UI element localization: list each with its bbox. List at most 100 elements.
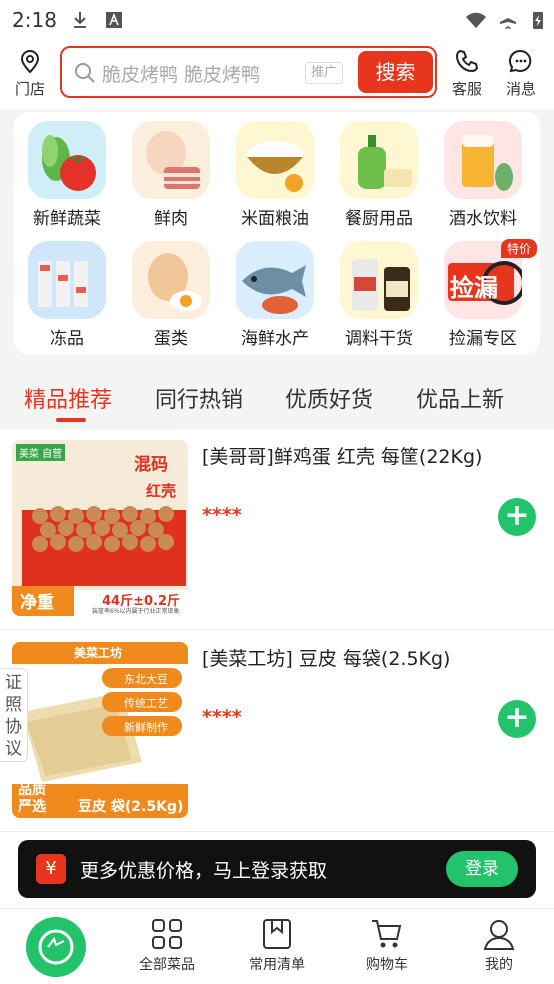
sale-badge: 特价: [500, 239, 537, 258]
img-feature-3: 新鲜制作: [124, 721, 168, 734]
wifi-icon: [466, 12, 486, 28]
header: 门店 脆皮烤鸭 脆皮烤鸭 推广 搜索 客服 消息: [0, 40, 554, 110]
category-grid: 新鲜蔬菜 鲜肉 米面粮油 餐厨用品 酒水饮料 冻品 蛋类 海鲜水产 调料干货 捡…: [14, 112, 540, 354]
user-icon: [483, 920, 515, 950]
service-label: 客服: [451, 80, 482, 98]
category-label: 调料干货: [345, 329, 413, 349]
list-icon: [263, 919, 291, 949]
tab-quality-goods[interactable]: 优质好货: [285, 382, 373, 414]
store-label: 门店: [14, 80, 45, 98]
condiment-icon: [340, 241, 418, 319]
tab-featured[interactable]: 精品推荐: [24, 382, 112, 414]
product-card[interactable]: 美菜 自营 混码 红壳 净重 44斤±0.2斤 装筐率6%以内属于行业正常现象 …: [0, 430, 554, 630]
img-corner: 品质严选: [18, 782, 46, 815]
customer-service-button[interactable]: 客服: [443, 48, 491, 99]
meat-icon: [132, 121, 210, 199]
category-meat[interactable]: 鲜肉: [121, 121, 221, 229]
brand-tag: 美菜 自营: [16, 444, 66, 461]
nav-label: 购物车: [366, 957, 408, 973]
app-a-icon: [106, 12, 122, 28]
cart-icon: [372, 920, 402, 948]
category-bargain[interactable]: 捡漏 特价 捡漏专区: [433, 239, 537, 349]
ad-tag: 推广: [305, 62, 343, 84]
search-icon: [75, 63, 95, 83]
message-icon: [509, 49, 532, 73]
category-drinks[interactable]: 酒水饮料: [433, 121, 533, 229]
grid-icon: [152, 919, 182, 949]
search-placeholder[interactable]: 脆皮烤鸭 脆皮烤鸭: [102, 60, 260, 87]
login-banner: ¥ 更多优惠价格，马上登录获取 登录: [18, 840, 536, 898]
download-icon: [74, 12, 86, 28]
seafood-icon: [236, 241, 314, 319]
category-grain-oil[interactable]: 米面粮油: [225, 121, 325, 229]
nav-all-dishes[interactable]: 全部菜品: [112, 917, 222, 974]
search-button[interactable]: 搜索: [358, 51, 433, 93]
login-banner-text: 更多优惠价格，马上登录获取: [80, 860, 328, 882]
img-tag-2: 红壳: [146, 482, 177, 500]
category-frozen[interactable]: 冻品: [17, 241, 117, 349]
category-label: 米面粮油: [241, 209, 309, 229]
battery-charging-icon: [533, 12, 543, 29]
product-image-tofu-skin[interactable]: 美菜工坊 东北大豆 传统工艺 新鲜制作 品质严选 豆皮 袋(2.5Kg): [12, 642, 188, 818]
category-condiments[interactable]: 调料干货: [329, 241, 429, 349]
category-label: 酒水饮料: [449, 209, 517, 229]
img-tag-1: 混码: [134, 455, 168, 475]
store-button[interactable]: 门店: [6, 48, 54, 99]
category-label: 冻品: [50, 329, 84, 349]
message-button[interactable]: 消息: [497, 48, 545, 99]
img-feature-2: 传统工艺: [124, 697, 168, 710]
product-list: 美菜 自营 混码 红壳 净重 44斤±0.2斤 装筐率6%以内属于行业正常现象 …: [0, 430, 554, 910]
category-eggs[interactable]: 蛋类: [121, 241, 221, 349]
status-bar: 2:18: [0, 0, 554, 40]
product-card[interactable]: 美菜工坊 东北大豆 传统工艺 新鲜制作 品质严选 豆皮 袋(2.5Kg) [美菜…: [0, 632, 554, 832]
category-vegetables[interactable]: 新鲜蔬菜: [17, 121, 117, 229]
status-time: 2:18: [12, 8, 57, 32]
nav-common-list[interactable]: 常用清单: [222, 917, 332, 974]
category-label: 新鲜蔬菜: [33, 209, 101, 229]
nav-label: 常用清单: [249, 957, 305, 973]
img-feature-1: 东北大豆: [124, 673, 168, 686]
search-bar[interactable]: 脆皮烤鸭 脆皮烤鸭 推广 搜索: [60, 46, 437, 98]
kitchen-supplies-icon: [340, 121, 418, 199]
tab-new-arrivals[interactable]: 优品上新: [416, 382, 504, 414]
egg-icon: [132, 241, 210, 319]
rice-icon: [236, 121, 314, 199]
product-title[interactable]: [美哥哥]鲜鸡蛋 红壳 每筐(22Kg): [202, 442, 482, 469]
bottom-nav: 全部菜品 常用清单 购物车 我的: [0, 908, 554, 984]
license-agreement-tab[interactable]: 证照协议: [0, 668, 28, 762]
home-logo-icon: [38, 929, 74, 965]
product-title[interactable]: [美菜工坊] 豆皮 每袋(2.5Kg): [202, 644, 450, 671]
category-label: 海鲜水产: [241, 329, 309, 349]
home-button[interactable]: [26, 917, 86, 977]
beer-icon: [444, 121, 522, 199]
nav-mine[interactable]: 我的: [444, 917, 554, 974]
vegetables-icon: [28, 121, 106, 199]
location-pin-icon: [20, 50, 40, 74]
nav-label: 全部菜品: [139, 957, 195, 973]
nav-label: 我的: [485, 957, 513, 973]
img-note: 装筐率6%以内属于行业正常现象: [92, 608, 180, 615]
product-tabs: 精品推荐 同行热销 优质好货 优品上新: [0, 366, 554, 426]
frozen-icon: [28, 241, 106, 319]
nav-cart[interactable]: 购物车: [332, 917, 442, 974]
product-price: ****: [202, 706, 242, 728]
category-label: 蛋类: [154, 329, 188, 349]
tab-peer-hot[interactable]: 同行热销: [155, 382, 243, 414]
login-button[interactable]: 登录: [446, 851, 518, 887]
airplane-icon: [500, 11, 516, 29]
bargain-image-text: 捡漏: [450, 274, 498, 302]
category-kitchen-supplies[interactable]: 餐厨用品: [329, 121, 429, 229]
active-tab-indicator: [56, 418, 86, 422]
category-label: 鲜肉: [154, 209, 188, 229]
category-seafood[interactable]: 海鲜水产: [225, 241, 325, 349]
add-to-cart-button[interactable]: +: [498, 498, 536, 536]
img-name: 豆皮 袋(2.5Kg): [78, 799, 184, 815]
img-brand: 美菜工坊: [74, 646, 123, 660]
coupon-icon: ¥: [36, 854, 66, 884]
category-label: 捡漏专区: [449, 329, 517, 349]
product-price: ****: [202, 504, 242, 526]
product-image-eggs[interactable]: 美菜 自营 混码 红壳 净重 44斤±0.2斤 装筐率6%以内属于行业正常现象: [12, 440, 188, 616]
phone-icon: [455, 49, 479, 73]
category-label: 餐厨用品: [345, 209, 413, 229]
add-to-cart-button[interactable]: +: [498, 700, 536, 738]
